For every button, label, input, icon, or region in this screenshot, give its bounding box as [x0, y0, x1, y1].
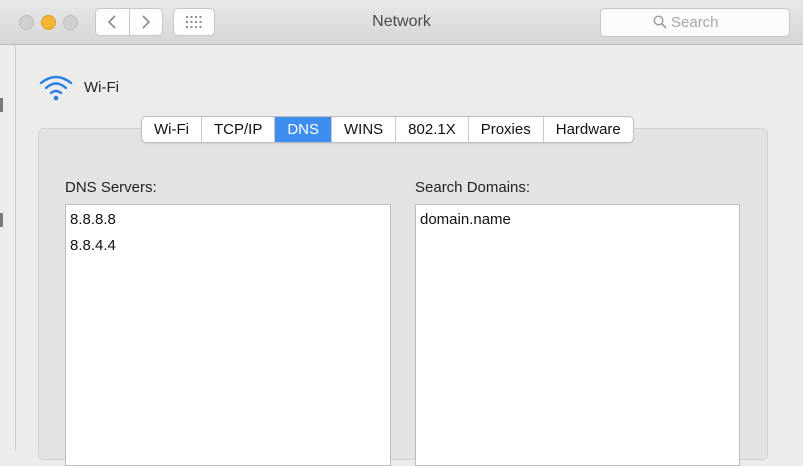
dns-servers-label: DNS Servers:: [65, 179, 157, 196]
tab-hardware[interactable]: Hardware: [544, 117, 633, 142]
list-item[interactable]: 8.8.8.8: [66, 207, 390, 233]
tab-dns[interactable]: DNS: [275, 117, 332, 142]
edge-mark: [0, 98, 3, 112]
list-item[interactable]: 8.8.4.4: [66, 233, 390, 259]
search-domains-list[interactable]: domain.name: [415, 204, 740, 466]
dns-servers-list[interactable]: 8.8.8.8 8.8.4.4: [65, 204, 391, 466]
search-input[interactable]: [671, 11, 781, 33]
wifi-icon: [39, 75, 73, 101]
interface-name: Wi-Fi: [84, 78, 119, 96]
tab-wifi[interactable]: Wi-Fi: [142, 117, 202, 142]
list-item[interactable]: domain.name: [416, 207, 739, 233]
search-field[interactable]: [600, 8, 790, 37]
edge-mark: [0, 213, 3, 227]
tab-tcpip[interactable]: TCP/IP: [202, 117, 276, 142]
interface-header: Wi-Fi: [38, 72, 119, 102]
tab-bar: Wi-Fi TCP/IP DNS WINS 802.1X Proxies Har…: [141, 116, 634, 143]
search-icon: [653, 15, 667, 29]
tab-proxies[interactable]: Proxies: [469, 117, 544, 142]
search-domains-label: Search Domains:: [415, 179, 531, 196]
tab-8021x[interactable]: 802.1X: [396, 117, 469, 142]
title-bar: Network: [0, 0, 803, 45]
tab-wins[interactable]: WINS: [332, 117, 397, 142]
